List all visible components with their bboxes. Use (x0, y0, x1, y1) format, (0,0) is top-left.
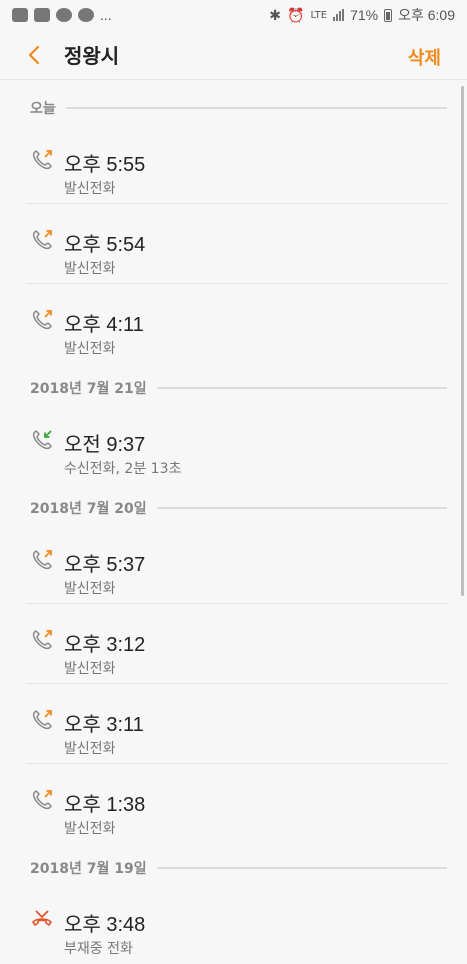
scrollbar[interactable] (461, 86, 464, 596)
status-bar: ... ✱ ⏰ LTE 71% 오후 6:09 (0, 0, 467, 30)
call-log-item[interactable]: 오후 5:37 발신전화 (26, 524, 447, 604)
gallery-icon (34, 8, 50, 22)
more-notifications: ... (100, 7, 112, 23)
section-date-label: 2018년 7월 20일 (30, 501, 147, 517)
date-section-header: 2018년 7월 19일 (0, 852, 467, 884)
talk-icon (56, 8, 72, 22)
call-log-item[interactable]: 오전 9:37 수신전화, 2분 13초 (26, 404, 447, 484)
call-log-item[interactable]: 오후 4:11 발신전화 (26, 284, 447, 364)
date-section-header: 2018년 7월 20일 (0, 492, 467, 524)
call-log-item[interactable]: 오후 3:11 발신전화 (26, 684, 447, 764)
call-time: 오후 5:37 (64, 554, 146, 576)
call-description: 부재중 전화 (64, 941, 133, 957)
delete-button[interactable]: 삭제 (408, 44, 441, 70)
call-time: 오후 4:11 (64, 314, 144, 336)
call-log-item[interactable]: 오후 1:38 발신전화 (26, 764, 447, 844)
section-divider (156, 387, 447, 389)
alarm-icon: ⏰ (287, 6, 305, 23)
call-description: 발신전화 (64, 821, 116, 837)
call-description: 발신전화 (64, 581, 116, 597)
section-divider (156, 867, 447, 869)
back-button[interactable] (10, 30, 58, 80)
section-date-label: 2018년 7월 19일 (30, 861, 147, 877)
call-description: 발신전화 (64, 741, 116, 757)
call-time: 오후 3:48 (64, 914, 146, 936)
section-date-label: 오늘 (30, 101, 56, 117)
clock: 오후 6:09 (398, 7, 455, 23)
call-time: 오후 5:54 (64, 234, 146, 256)
date-section-header: 2018년 7월 21일 (0, 372, 467, 404)
bluetooth-icon: ✱ (269, 6, 281, 23)
outgoing-call-icon (30, 628, 54, 652)
call-time: 오후 1:38 (64, 794, 146, 816)
lte-indicator: LTE (310, 9, 328, 21)
status-left: ... (12, 7, 112, 23)
chevron-left-icon (28, 45, 40, 64)
call-log-item[interactable]: 오후 3:12 발신전화 (26, 604, 447, 684)
section-divider (65, 107, 447, 109)
outgoing-call-icon (30, 228, 54, 252)
call-log-item[interactable]: 오후 5:54 발신전화 (26, 204, 447, 284)
section-date-label: 2018년 7월 21일 (30, 381, 147, 397)
app-notification-icon (12, 8, 28, 22)
battery-percent: 71% (350, 7, 379, 23)
call-description: 발신전화 (64, 181, 116, 197)
outgoing-call-icon (30, 148, 54, 172)
cloud-icon (78, 8, 94, 22)
section-divider (156, 507, 447, 509)
call-description: 발신전화 (64, 661, 116, 677)
outgoing-call-icon (30, 788, 54, 812)
signal-icon (333, 9, 345, 21)
status-right: ✱ ⏰ LTE 71% 오후 6:09 (269, 5, 455, 25)
call-time: 오전 9:37 (64, 434, 146, 456)
call-time: 오후 3:11 (64, 714, 144, 736)
call-log-item[interactable]: 오후 3:48 부재중 전화 (26, 884, 447, 964)
call-description: 발신전화 (64, 341, 116, 357)
outgoing-call-icon (30, 308, 54, 332)
call-description: 발신전화 (64, 261, 116, 277)
call-history-list: 오늘 오후 5:55 발신전화 오후 5:54 발신전화 오후 4:11 발신전화 2018년… (0, 92, 467, 964)
date-section-header: 오늘 (0, 92, 467, 124)
call-time: 오후 3:12 (64, 634, 146, 656)
missed-call-icon (30, 908, 54, 932)
battery-icon (384, 8, 393, 22)
call-log-item[interactable]: 오후 5:55 발신전화 (26, 124, 447, 204)
incoming-call-icon (30, 428, 54, 452)
call-description: 수신전화, 2분 13초 (64, 461, 182, 477)
outgoing-call-icon (30, 708, 54, 732)
call-time: 오후 5:55 (64, 154, 146, 176)
outgoing-call-icon (30, 548, 54, 572)
app-bar: 정왕시 삭제 (0, 30, 467, 80)
page-title: 정왕시 (64, 44, 120, 68)
